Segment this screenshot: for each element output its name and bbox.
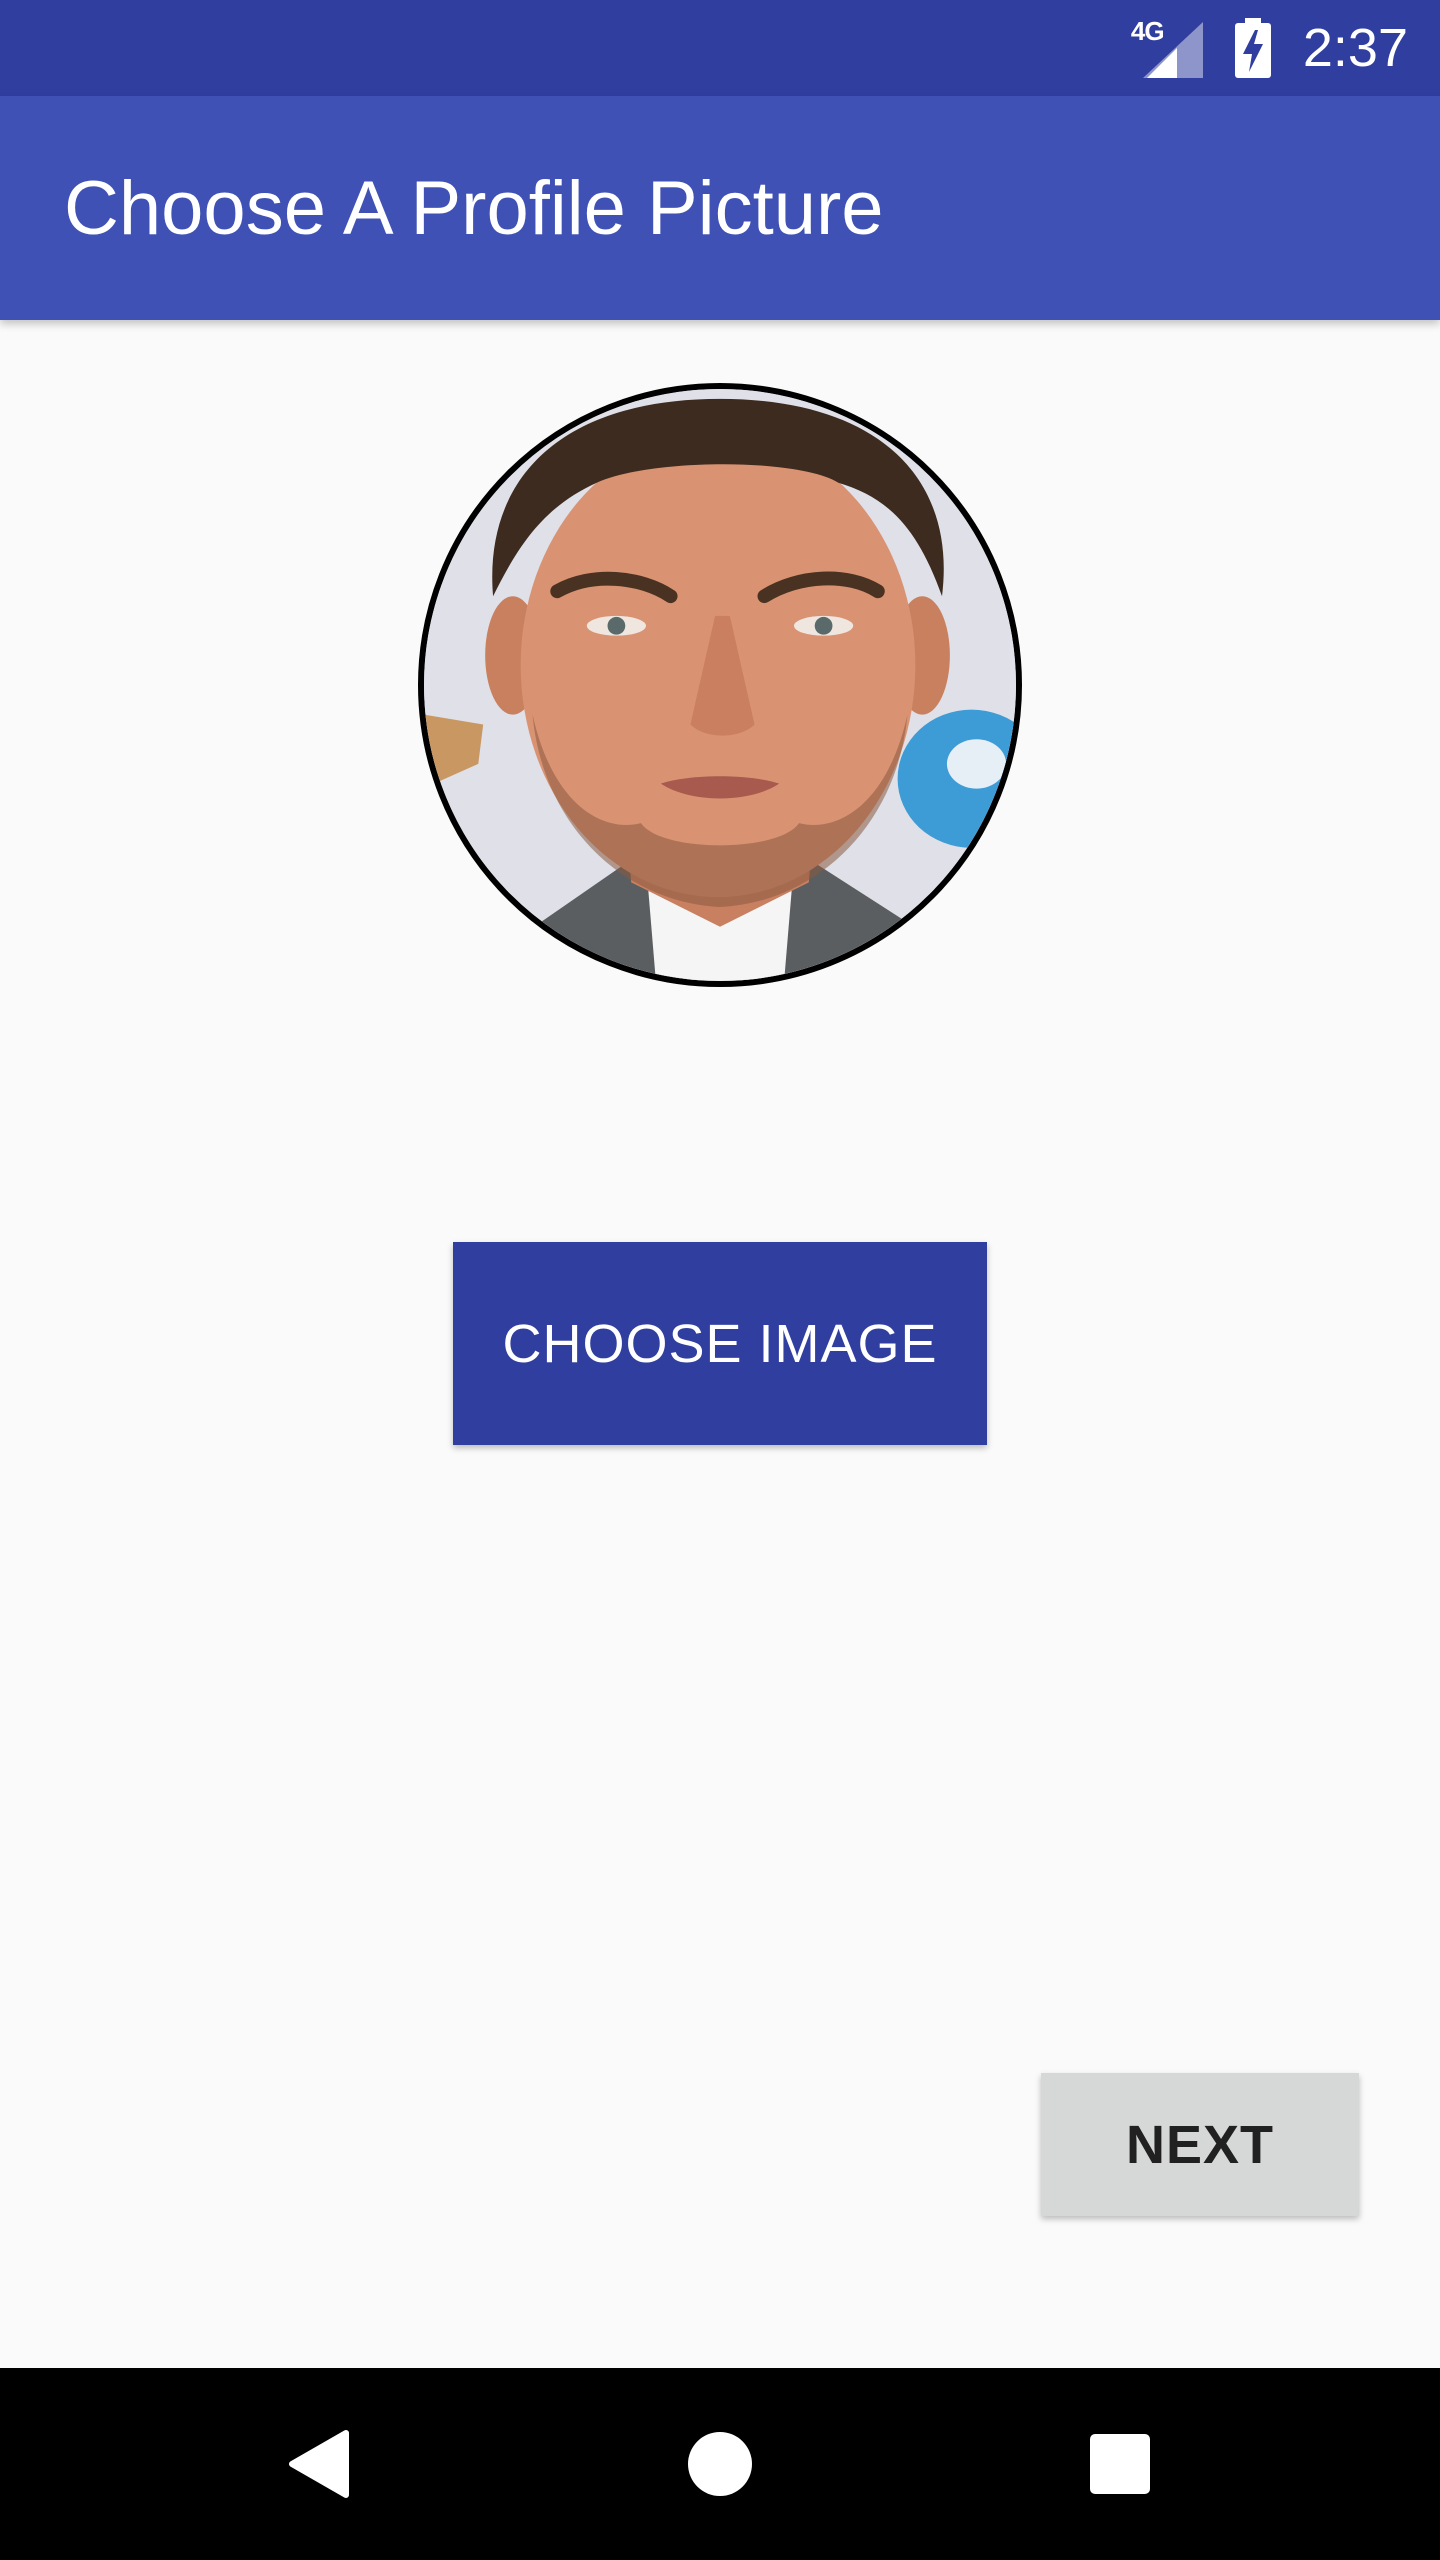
recents-button[interactable] (1024, 2368, 1216, 2560)
profile-photo (424, 389, 1016, 981)
battery-charging-icon (1234, 18, 1271, 78)
navigation-bar (0, 2368, 1440, 2560)
status-bar: 4G 2:37 (0, 0, 1440, 96)
next-button[interactable]: NEXT (1041, 2073, 1359, 2216)
home-button[interactable] (624, 2368, 816, 2560)
app-bar: Choose A Profile Picture (0, 96, 1440, 320)
choose-image-button[interactable]: CHOOSE IMAGE (453, 1242, 987, 1445)
signal-icon: 4G (1131, 16, 1203, 78)
screen: 4G 2:37 Choose A Profile Picture CHOOSE … (0, 0, 1440, 2560)
recents-icon (1090, 2434, 1150, 2494)
profile-avatar[interactable] (418, 383, 1022, 987)
page-title: Choose A Profile Picture (64, 165, 884, 251)
back-button[interactable] (224, 2368, 416, 2560)
home-icon (688, 2432, 752, 2496)
status-time: 2:37 (1302, 18, 1408, 78)
back-icon (289, 2430, 349, 2498)
